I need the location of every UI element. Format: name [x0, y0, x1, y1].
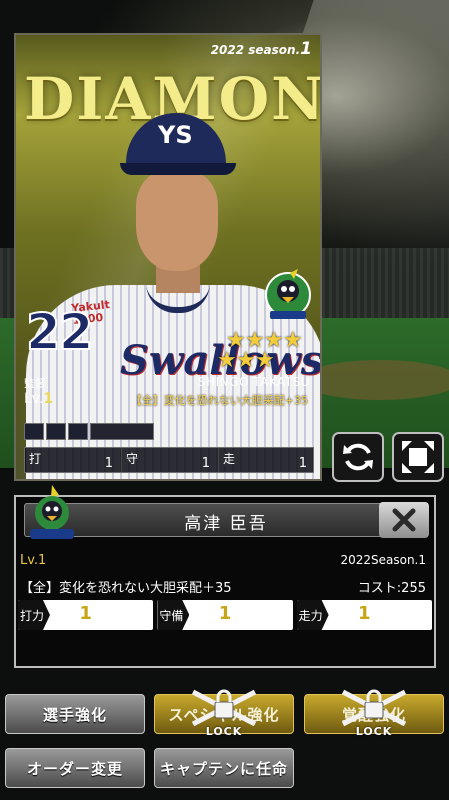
panel-header: 高津 臣吾: [24, 502, 429, 538]
lock-icon: LOCK: [189, 688, 259, 738]
panel-level: Lv.1: [20, 553, 47, 568]
card-stat-running: 走1: [218, 448, 313, 472]
card-stat-bar: 打1 守1 走1: [24, 447, 314, 473]
uniform-number: 22: [25, 302, 95, 362]
skill-slot: [68, 423, 88, 440]
card-season: 2022 season.1: [210, 39, 312, 59]
panel-cost: コスト:255: [357, 581, 426, 596]
refresh-icon: [343, 443, 373, 471]
expand-button[interactable]: [392, 432, 444, 482]
expand-icon: [402, 441, 434, 473]
lock-icon: LOCK: [339, 688, 409, 738]
refresh-button[interactable]: [332, 432, 384, 482]
player-name-en: SHINGO TAKATSU: [198, 375, 310, 389]
swallows-logo-icon: [265, 269, 311, 319]
player-name: 高津 臣吾: [184, 514, 268, 534]
panel-skill: 【全】変化を恐れない大胆采配＋35: [20, 581, 232, 596]
skill-slot: [90, 423, 154, 440]
skill-slot: [46, 423, 66, 440]
appoint-captain-button[interactable]: キャプテンに任命: [154, 748, 294, 788]
panel-season: 2022Season.1: [340, 553, 426, 567]
card-skill: 【全】変化を恐れない大胆采配+35: [130, 394, 308, 407]
stat-batting: 打力 1: [18, 600, 154, 630]
player-info-panel: 高津 臣吾 Lv.1 2022Season.1 【全】変化を恐れない大胆采配＋3…: [14, 485, 436, 668]
stat-defense: 守備 1: [157, 600, 293, 630]
star-rating: ★★★★ ★★★: [217, 328, 303, 373]
card-stat-batting: 打1: [29, 452, 113, 471]
enhance-button[interactable]: 選手強化: [5, 694, 145, 734]
close-icon: [392, 508, 416, 532]
card-stat-defense: 守1: [121, 448, 216, 472]
skill-slots: [24, 423, 160, 441]
close-button[interactable]: [379, 502, 429, 538]
awaken-enhance-button[interactable]: 覚醒強化 LOCK: [304, 689, 444, 738]
order-change-button[interactable]: オーダー変更: [5, 748, 145, 788]
team-logo-icon: [30, 485, 74, 539]
card-position: 監督: [24, 377, 46, 390]
skill-slot: [24, 423, 44, 440]
card-level: Lv.1: [24, 391, 54, 407]
cap-logo: YS: [158, 121, 193, 149]
panel-stats: 打力 1 守備 1 走力 1: [18, 600, 432, 630]
special-enhance-button[interactable]: スペシャル強化 LOCK: [154, 689, 294, 738]
player-card[interactable]: 2022 season.1 DIAMOND YS Yakult1000 Swal…: [14, 33, 322, 481]
stat-running: 走力 1: [296, 600, 432, 630]
